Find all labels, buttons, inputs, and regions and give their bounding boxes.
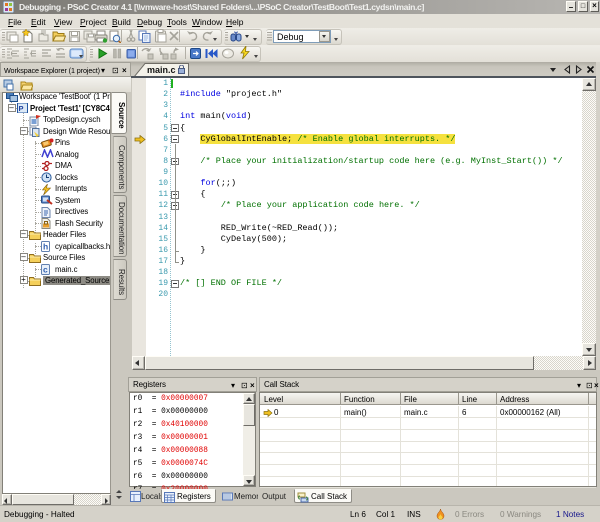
svg-text:P: P	[19, 104, 24, 113]
svg-text:c: c	[43, 265, 48, 275]
svg-text:h: h	[43, 242, 48, 252]
